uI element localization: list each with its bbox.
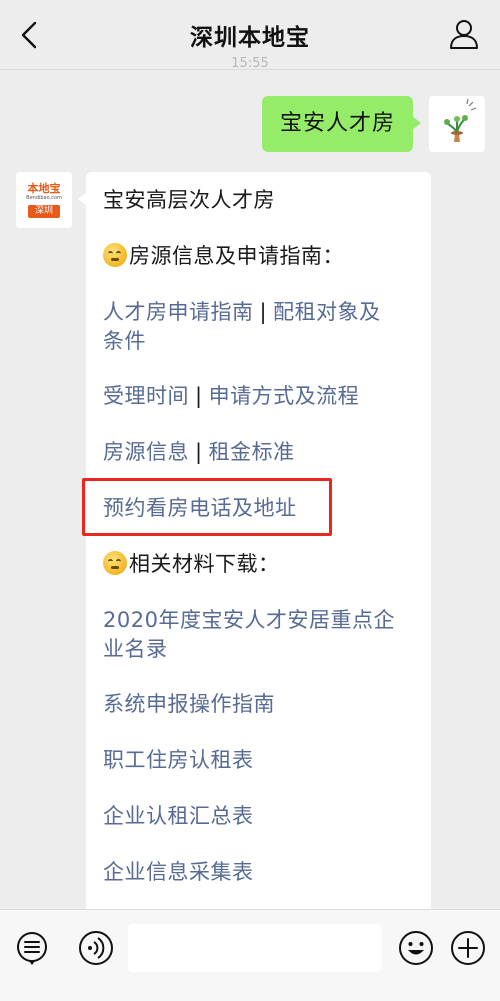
link-separator: | — [259, 300, 268, 324]
section-heading-text: 房源信息及申请指南： — [129, 244, 344, 268]
page-title: 深圳本地宝 — [190, 25, 310, 51]
link-eligibility-a[interactable]: 配租对象及 — [273, 300, 381, 324]
link-separator: | — [195, 440, 203, 464]
link-system-guide[interactable]: 系统申报操作指南 — [103, 690, 423, 719]
reply-title: 宝安高层次人才房 — [103, 188, 275, 212]
link-housing-info[interactable]: 房源信息 — [103, 440, 189, 464]
chevron-left-icon — [21, 21, 37, 49]
link-rent-standard[interactable]: 租金标准 — [209, 440, 295, 464]
emoji-button[interactable] — [398, 930, 434, 966]
user-avatar[interactable] — [429, 96, 485, 152]
menu-list-icon — [17, 932, 47, 965]
plus-icon — [451, 931, 485, 965]
logo-city-badge: 深圳 — [28, 205, 60, 218]
section-heading-text: 相关材料下载： — [129, 552, 280, 576]
link-enterprise-info-form[interactable]: 企业信息采集表 — [103, 858, 423, 887]
link-row-guide: 人才房申请指南 | 配租对象及 — [103, 298, 423, 327]
link-acceptance-time[interactable]: 受理时间 — [103, 384, 189, 408]
link-eligibility-b[interactable]: 条件 — [103, 327, 423, 356]
reply-bubble: 宝安高层次人才房 房源信息及申请指南： 人才房申请指南 | 配租对象及 条件 受理时… — [78, 172, 431, 932]
smiley-icon — [399, 931, 433, 965]
more-button[interactable] — [450, 930, 486, 966]
menu-button[interactable] — [14, 930, 50, 966]
thinking-emoji-icon — [103, 551, 127, 575]
back-button[interactable] — [14, 20, 44, 50]
thinking-emoji-icon — [103, 243, 127, 267]
link-enterprise-summary[interactable]: 企业认租汇总表 — [103, 802, 423, 831]
chat-info-button[interactable] — [448, 18, 480, 50]
section-heading-downloads: 相关材料下载： — [103, 550, 423, 579]
person-icon — [450, 20, 478, 49]
section-heading-housing: 房源信息及申请指南： — [103, 242, 423, 271]
message-timestamp: 15:55 — [231, 56, 269, 70]
logo-url: Bendibao.com — [26, 195, 62, 201]
plant-avatar-icon — [444, 98, 477, 142]
link-key-enterprise-list-b[interactable]: 业名录 — [103, 635, 423, 664]
link-separator: | — [195, 384, 203, 408]
message-input[interactable] — [128, 924, 382, 972]
link-key-enterprise-list-a[interactable]: 2020年度宝安人才安居重点企 — [103, 606, 423, 635]
highlight-annotation — [82, 478, 332, 536]
voice-icon — [79, 931, 113, 965]
link-application-method[interactable]: 申请方式及流程 — [209, 384, 360, 408]
bendibao-avatar[interactable]: 本地宝 Bendibao.com 深圳 — [16, 172, 72, 228]
outgoing-bubble[interactable]: 宝安人才房 — [261, 96, 422, 152]
outgoing-message: 宝安人才房 — [261, 96, 485, 152]
logo-text: 本地宝 — [27, 182, 61, 195]
link-row-time: 受理时间 | 申请方式及流程 — [103, 382, 423, 411]
link-row-info: 房源信息 | 租金标准 — [103, 438, 423, 467]
link-staff-rental-form[interactable]: 职工住房认租表 — [103, 746, 423, 775]
input-bar — [0, 909, 500, 1001]
link-application-guide[interactable]: 人才房申请指南 — [103, 300, 254, 324]
voice-button[interactable] — [78, 930, 114, 966]
